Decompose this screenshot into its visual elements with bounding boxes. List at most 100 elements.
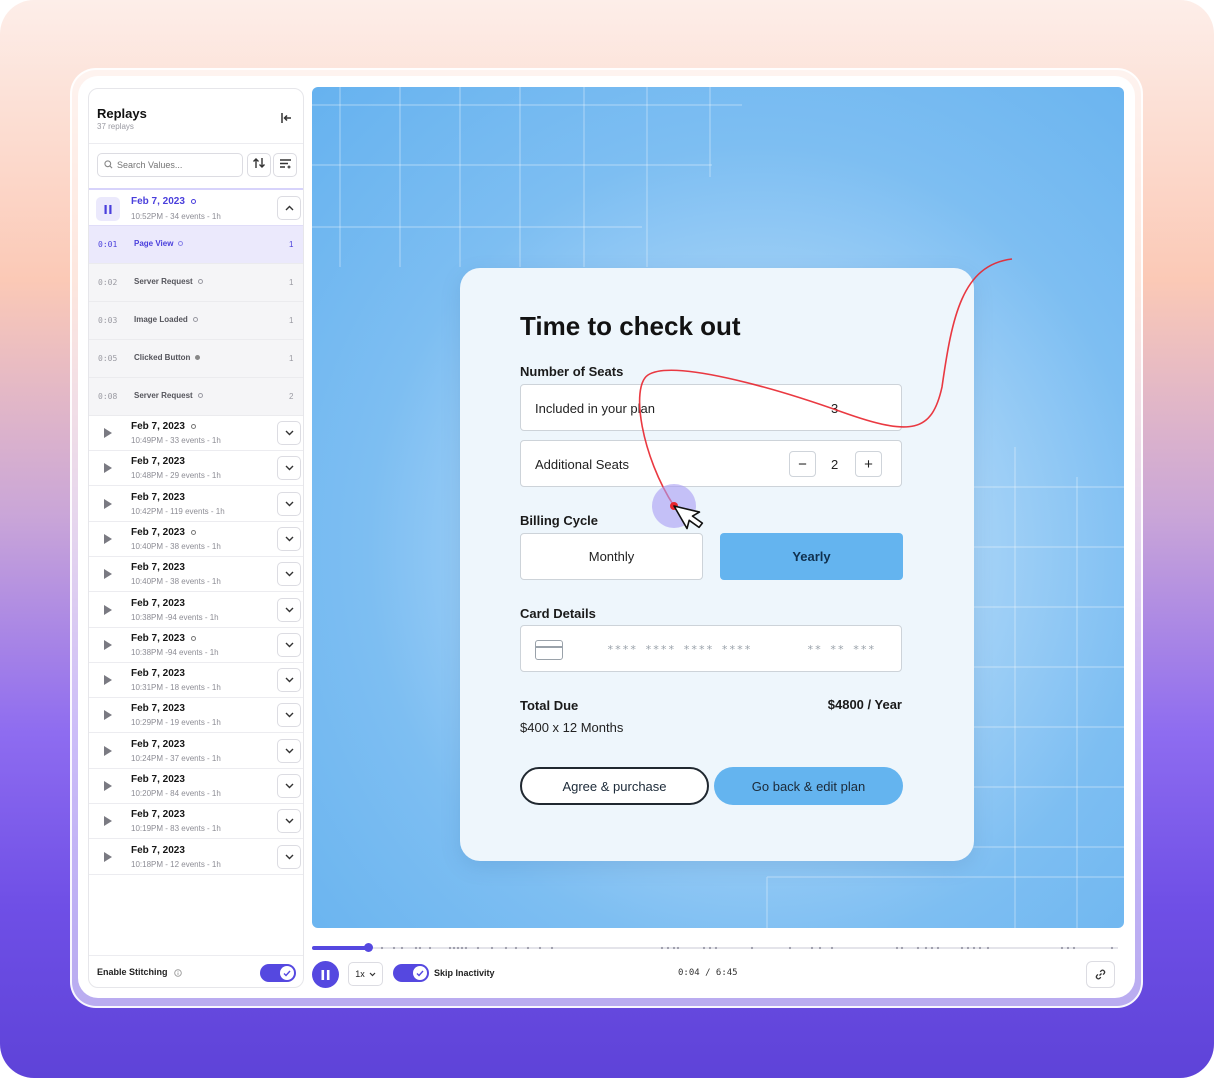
check-icon — [413, 966, 427, 980]
expand-session-button[interactable] — [277, 597, 301, 622]
active-session-row[interactable]: Feb 7, 2023 10:52PM - 34 events - 1h — [89, 188, 303, 226]
additional-seats-label: Additional Seats — [535, 457, 629, 472]
expand-session-button[interactable] — [277, 526, 301, 551]
session-date: Feb 7, 2023 — [131, 809, 185, 821]
session-row[interactable]: Feb 7, 2023 10:40PM - 38 events - 1h — [89, 521, 303, 557]
expand-session-button[interactable] — [277, 491, 301, 516]
session-row[interactable]: Feb 7, 2023 10:29PM - 19 events - 1h — [89, 698, 303, 734]
card-details-label: Card Details — [520, 606, 596, 621]
sort-button[interactable] — [247, 153, 271, 177]
session-date: Feb 7, 2023 — [131, 668, 185, 680]
edit-plan-button[interactable]: Go back & edit plan — [714, 767, 903, 805]
expand-session-button[interactable] — [277, 421, 301, 445]
event-marker — [660, 946, 664, 950]
session-row[interactable]: Feb 7, 2023 10:40PM - 38 events - 1h — [89, 557, 303, 593]
additional-seats-field: Additional Seats − 2 + — [520, 440, 902, 487]
event-marker — [788, 946, 792, 950]
agree-purchase-button[interactable]: Agree & purchase — [520, 767, 709, 805]
increment-button[interactable]: + — [855, 451, 882, 477]
pause-icon[interactable] — [96, 197, 120, 221]
pause-button[interactable] — [312, 961, 339, 988]
event-marker — [676, 946, 680, 950]
status-dot-icon — [190, 529, 196, 535]
link-icon — [1095, 969, 1106, 980]
session-meta: 10:40PM - 38 events - 1h — [131, 577, 221, 587]
event-row[interactable]: 0:02 Server Request 1 — [89, 264, 303, 302]
play-icon[interactable] — [104, 781, 112, 791]
collapse-session-button[interactable] — [277, 196, 301, 220]
session-row[interactable]: Feb 7, 2023 10:49PM - 33 events - 1h — [89, 416, 303, 451]
expand-session-button[interactable] — [277, 668, 301, 693]
event-count: 2 — [289, 392, 294, 401]
event-marker — [550, 946, 554, 950]
session-row[interactable]: Feb 7, 2023 10:42PM - 119 events - 1h — [89, 486, 303, 522]
play-icon[interactable] — [104, 816, 112, 827]
session-row[interactable]: Feb 7, 2023 10:24PM - 37 events - 1h — [89, 733, 303, 769]
play-icon[interactable] — [104, 851, 112, 862]
event-marker — [456, 946, 460, 950]
event-name: Image Loaded — [134, 315, 198, 324]
play-icon[interactable] — [104, 604, 112, 615]
session-row[interactable]: Feb 7, 2023 10:19PM - 83 events - 1h — [89, 804, 303, 840]
session-row[interactable]: Feb 7, 2023 10:18PM - 12 events - 1h — [89, 839, 303, 875]
session-meta: 10:29PM - 19 events - 1h — [131, 718, 221, 728]
expand-session-button[interactable] — [277, 703, 301, 728]
share-link-button[interactable] — [1086, 961, 1115, 988]
card-number-field[interactable]: **** **** **** **** ** ** *** — [520, 625, 902, 672]
checkout-title: Time to check out — [520, 311, 741, 341]
session-date: Feb 7, 2023 — [131, 491, 185, 503]
session-row[interactable]: Feb 7, 2023 10:20PM - 84 events - 1h — [89, 769, 303, 804]
search-field[interactable] — [97, 153, 243, 177]
speed-select[interactable]: 1x — [348, 962, 383, 986]
event-time: 0:03 — [98, 316, 118, 325]
event-marker — [818, 946, 822, 950]
chevron-up-icon — [285, 205, 293, 211]
filter-button[interactable] — [273, 153, 297, 177]
expand-session-button[interactable] — [277, 844, 301, 869]
included-seats-value: 3 — [831, 401, 839, 416]
monthly-button[interactable]: Monthly — [520, 533, 703, 580]
collapse-left-icon[interactable] — [279, 111, 293, 125]
play-icon[interactable] — [104, 533, 112, 544]
expand-session-button[interactable] — [277, 809, 301, 834]
event-marker — [924, 946, 928, 950]
expand-session-button[interactable] — [277, 562, 301, 587]
session-row[interactable]: Feb 7, 2023 10:38PM -94 events - 1h — [89, 592, 303, 628]
chevron-down-icon — [285, 854, 293, 860]
stitching-bar: Enable Stitching — [89, 955, 303, 987]
session-row[interactable]: Feb 7, 2023 10:48PM - 29 events - 1h — [89, 451, 303, 487]
event-row[interactable]: 0:01 Page View 1 — [89, 226, 303, 264]
decrement-button[interactable]: − — [789, 451, 816, 477]
play-icon[interactable] — [104, 498, 112, 509]
play-icon[interactable] — [104, 428, 112, 438]
expand-session-button[interactable] — [277, 738, 301, 763]
speed-value: 1x — [355, 969, 365, 979]
expand-session-button[interactable] — [277, 774, 301, 798]
session-row[interactable]: Feb 7, 2023 10:31PM - 18 events - 1h — [89, 663, 303, 699]
stitching-toggle[interactable] — [260, 964, 296, 982]
play-icon[interactable] — [104, 675, 112, 686]
event-count: 1 — [289, 316, 294, 325]
yearly-button[interactable]: Yearly — [720, 533, 903, 580]
event-marker — [1066, 946, 1070, 950]
search-input[interactable] — [117, 160, 235, 170]
included-seats-label: Included in your plan — [535, 401, 655, 416]
skip-inactivity-toggle[interactable] — [393, 964, 429, 982]
play-icon[interactable] — [104, 639, 112, 650]
event-row[interactable]: 0:08 Server Request 2 — [89, 378, 303, 416]
play-icon[interactable] — [104, 463, 112, 474]
expand-session-button[interactable] — [277, 456, 301, 481]
session-meta: 10:38PM -94 events - 1h — [131, 647, 219, 657]
stitching-label: Enable Stitching — [97, 967, 182, 977]
play-icon[interactable] — [104, 569, 112, 580]
session-row[interactable]: Feb 7, 2023 10:38PM -94 events - 1h — [89, 627, 303, 663]
replay-timeline[interactable] — [312, 943, 1118, 952]
play-icon[interactable] — [104, 710, 112, 721]
chevron-down-icon — [285, 571, 293, 577]
event-row[interactable]: 0:03 Image Loaded 1 — [89, 302, 303, 340]
expand-session-button[interactable] — [277, 632, 301, 657]
check-icon — [280, 966, 294, 980]
event-row[interactable]: 0:05 Clicked Button 1 — [89, 340, 303, 378]
session-date: Feb 7, 2023 — [131, 421, 196, 432]
play-icon[interactable] — [104, 745, 112, 756]
